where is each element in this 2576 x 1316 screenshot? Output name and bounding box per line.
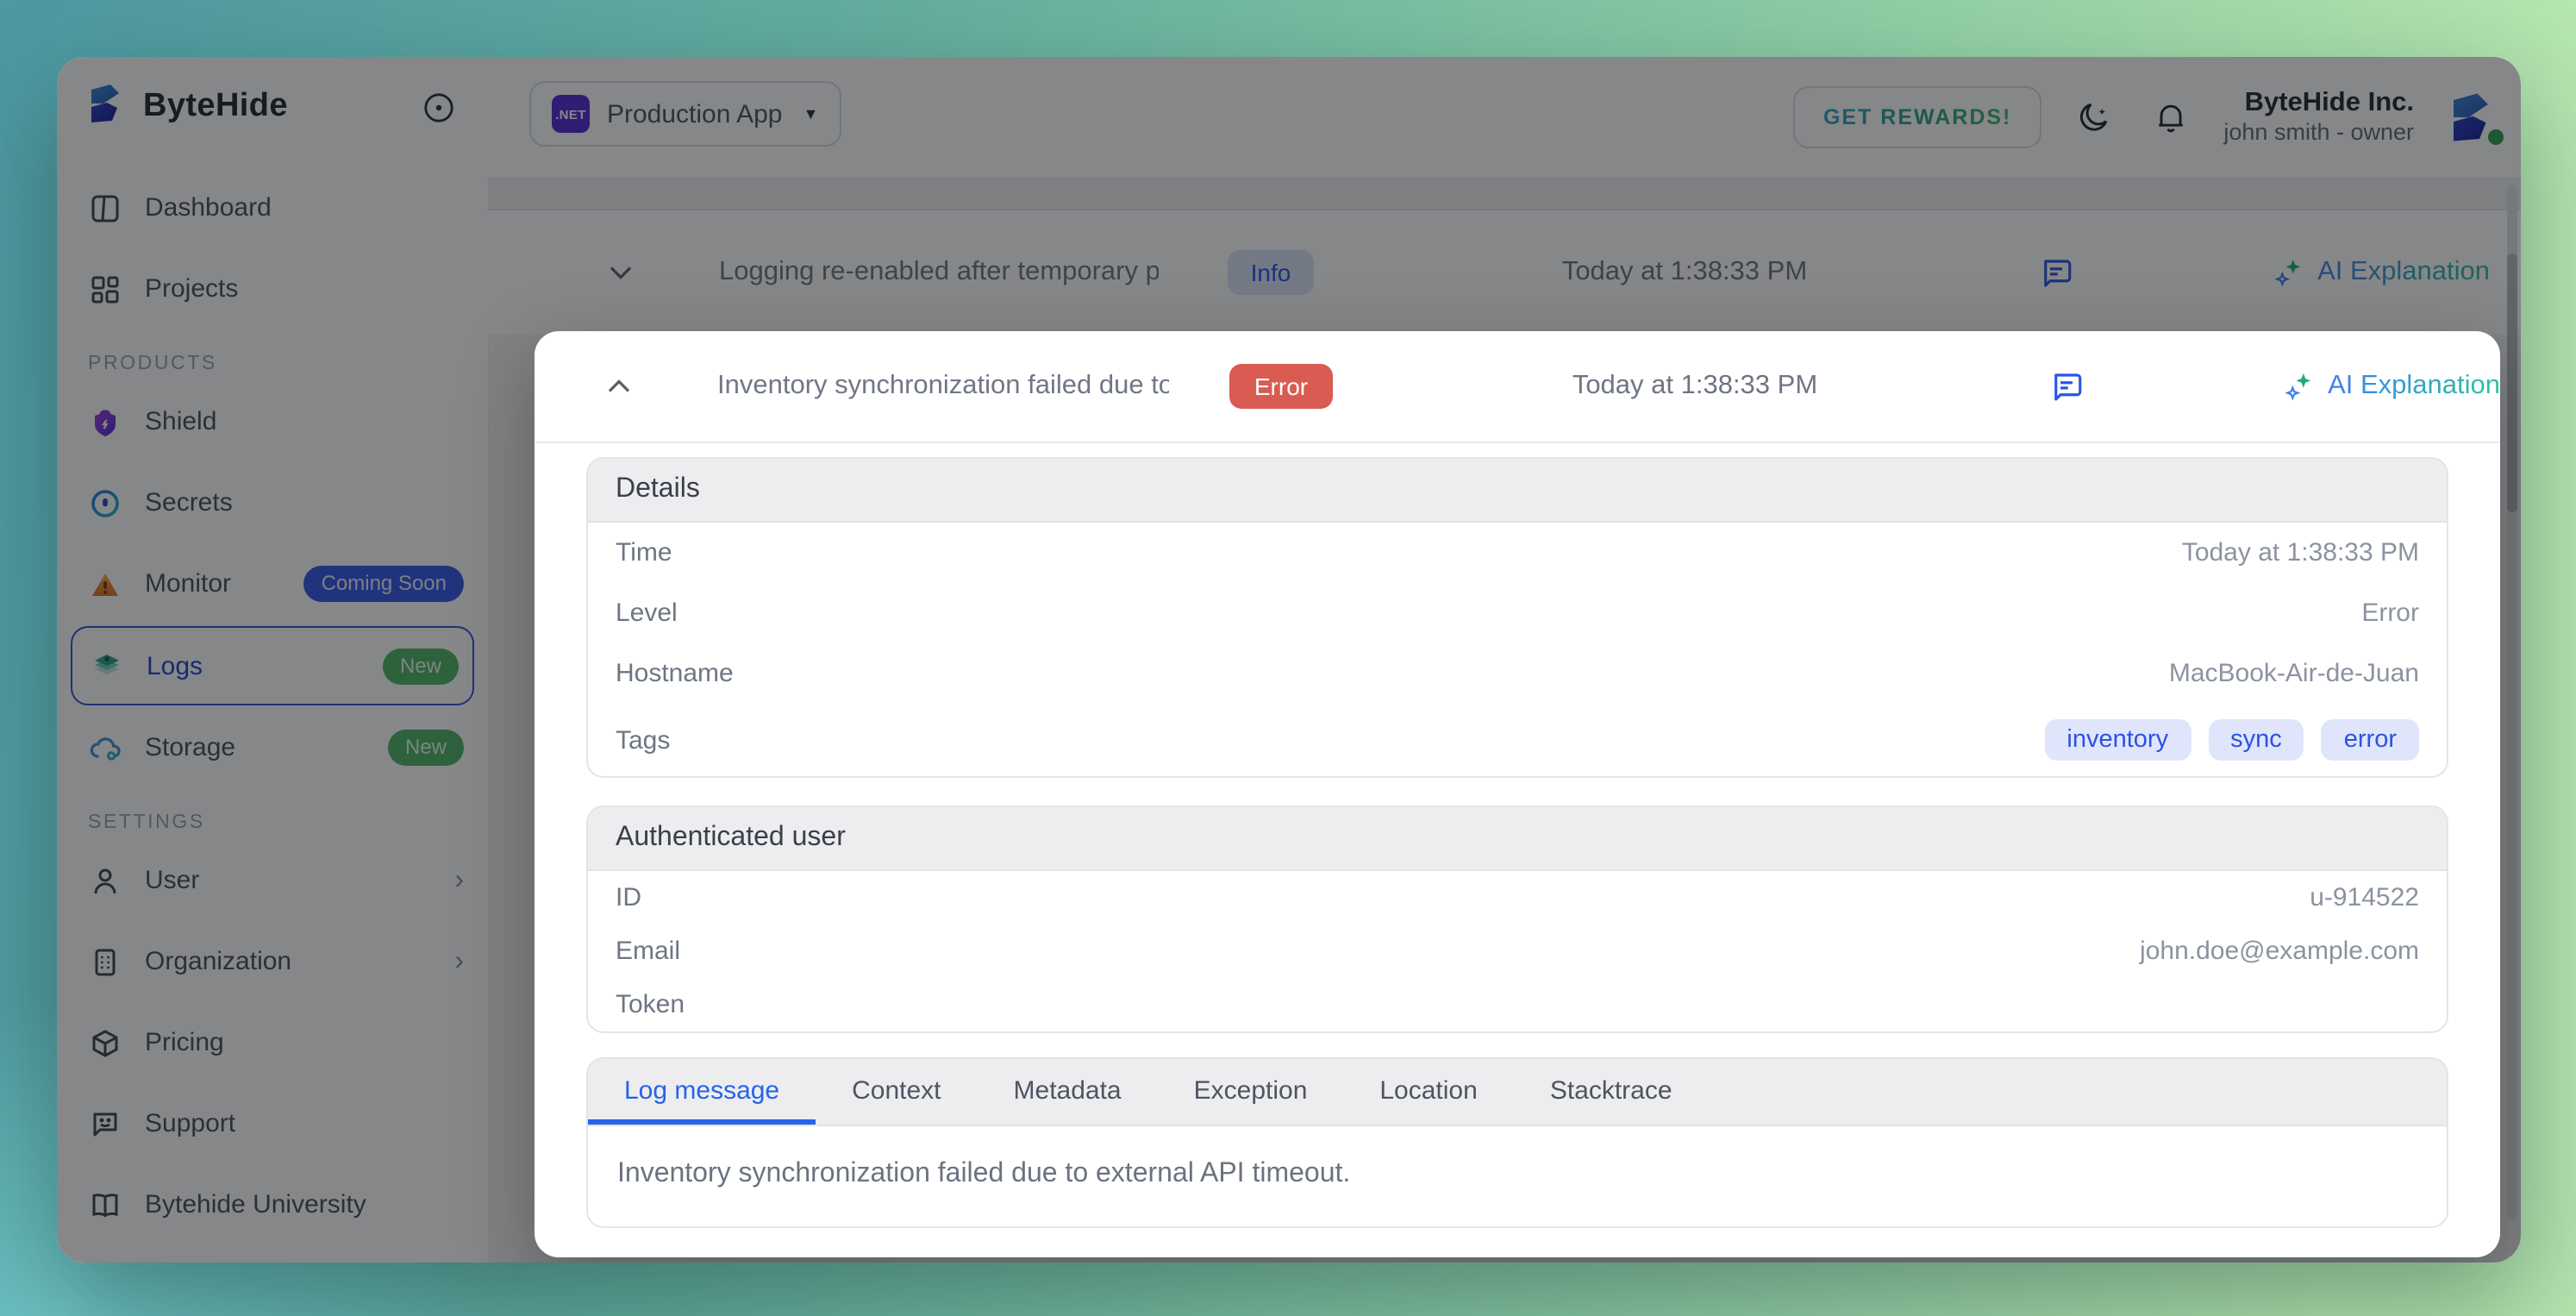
detail-row-tags: Tags inventory sync error [588, 704, 2447, 776]
tab-context[interactable]: Context [816, 1059, 977, 1125]
detail-row-hostname: Hostname MacBook-Air-de-Juan [616, 659, 2419, 688]
comment-icon[interactable] [1997, 368, 2135, 404]
stage: ByteHide Dashboard [0, 0, 2576, 1316]
tag-chip: inventory [2044, 719, 2191, 761]
level-badge-error: Error [1229, 363, 1333, 410]
detail-row-level: Level Error [616, 598, 2419, 628]
tab-exception[interactable]: Exception [1158, 1059, 1344, 1125]
auth-row-id: ID u-914522 [616, 883, 2419, 912]
tag-chip: error [2321, 719, 2419, 761]
tab-log-message[interactable]: Log message [588, 1059, 816, 1125]
log-detail-tabs-panel: Log message Context Metadata Exception L… [586, 1057, 2448, 1228]
authenticated-user-panel: Authenticated user ID u-914522 Email joh… [586, 805, 2448, 1033]
tags-list: inventory sync error [2044, 719, 2419, 761]
chevron-up-icon[interactable] [600, 367, 645, 405]
tab-stacktrace[interactable]: Stacktrace [1514, 1059, 1709, 1125]
log-message-content: Inventory synchronization failed due to … [588, 1126, 2447, 1226]
auth-row-email: Email john.doe@example.com [616, 937, 2419, 966]
app-window: ByteHide Dashboard [57, 57, 2521, 1263]
expanded-log-body: Details Time Today at 1:38:33 PM Level E… [535, 443, 2500, 1228]
expanded-log-card: Inventory synchronization failed due to … [535, 331, 2500, 1257]
details-panel-title: Details [588, 459, 2447, 523]
expanded-log-header[interactable]: Inventory synchronization failed due to … [535, 331, 2500, 443]
auth-panel-title: Authenticated user [588, 807, 2447, 871]
auth-row-token: Token [616, 990, 685, 1019]
tab-metadata[interactable]: Metadata [978, 1059, 1158, 1125]
details-panel: Details Time Today at 1:38:33 PM Level E… [586, 457, 2448, 778]
tab-location[interactable]: Location [1343, 1059, 1513, 1125]
sparkles-icon [2285, 373, 2311, 401]
tab-bar: Log message Context Metadata Exception L… [588, 1059, 2447, 1126]
tag-chip: sync [2208, 719, 2304, 761]
log-timestamp: Today at 1:38:33 PM [1572, 371, 1818, 400]
log-message-preview: Inventory synchronization failed due to … [717, 371, 1169, 400]
ai-explanation-button[interactable]: AI Explanation [2135, 369, 2500, 404]
ai-explanation-label: AI Explanation [2328, 371, 2500, 400]
detail-row-time: Time Today at 1:38:33 PM [616, 538, 2419, 567]
